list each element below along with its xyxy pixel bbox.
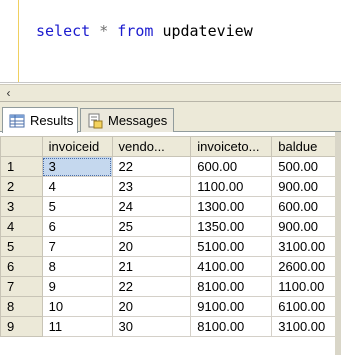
- grid-cell[interactable]: 7: [41, 236, 113, 257]
- table-row[interactable]: 4 6 25 1350.00 900.00: [0, 216, 341, 237]
- column-header-invoiceid[interactable]: invoiceid: [41, 136, 113, 157]
- grid-cell[interactable]: 11: [41, 316, 113, 337]
- grid-icon: [9, 114, 25, 127]
- table-row[interactable]: 1 3 22 600.00 500.00: [0, 156, 341, 177]
- grid-corner-cell[interactable]: [0, 136, 43, 157]
- grid-cell[interactable]: 30: [111, 316, 192, 337]
- messages-icon: [88, 113, 103, 128]
- grid-cell[interactable]: 600.00: [271, 196, 341, 217]
- query-window: select * from updateview ‹ Results Messa…: [0, 0, 341, 355]
- grid-cell[interactable]: 20: [111, 236, 192, 257]
- grid-cell[interactable]: 8100.00: [190, 276, 273, 297]
- results-grid[interactable]: invoiceid vendo... invoiceto... baldue 1…: [0, 136, 341, 337]
- results-pane: Results Messages invoiceid vendo... invo…: [0, 102, 341, 355]
- grid-cell[interactable]: 24: [111, 196, 192, 217]
- table-row[interactable]: 3 5 24 1300.00 600.00: [0, 196, 341, 217]
- grid-cell[interactable]: 4100.00: [190, 256, 273, 277]
- table-row[interactable]: 9 11 30 8100.00 3100.00: [0, 316, 341, 337]
- row-number[interactable]: 1: [0, 156, 43, 177]
- results-tabstrip: Results Messages: [0, 102, 341, 133]
- column-header-baldue[interactable]: baldue: [271, 136, 341, 157]
- sql-keyword-from: from: [117, 22, 154, 40]
- row-number[interactable]: 6: [0, 256, 43, 277]
- table-row[interactable]: 2 4 23 1100.00 900.00: [0, 176, 341, 197]
- grid-cell[interactable]: 4: [41, 176, 113, 197]
- tab-results-label: Results: [30, 113, 74, 128]
- grid-body: 1 3 22 600.00 500.00 2 4 23 1100.00 900.00 3 5 24 130…: [0, 156, 341, 337]
- tab-messages-label: Messages: [108, 113, 168, 128]
- tab-messages[interactable]: Messages: [80, 108, 174, 132]
- table-row[interactable]: 8 10 20 9100.00 6100.00: [0, 296, 341, 317]
- grid-cell[interactable]: 8: [41, 256, 113, 277]
- grid-cell[interactable]: 6: [41, 216, 113, 237]
- column-header-vendorid[interactable]: vendo...: [111, 136, 192, 157]
- grid-cell[interactable]: 25: [111, 216, 192, 237]
- row-number[interactable]: 7: [0, 276, 43, 297]
- grid-cell[interactable]: 3100.00: [271, 236, 341, 257]
- grid-cell[interactable]: 5: [41, 196, 113, 217]
- grid-cell[interactable]: 21: [111, 256, 192, 277]
- table-row[interactable]: 6 8 21 4100.00 2600.00: [0, 256, 341, 277]
- grid-cell[interactable]: 1350.00: [190, 216, 273, 237]
- row-number[interactable]: 8: [0, 296, 43, 317]
- grid-cell[interactable]: 3: [41, 156, 113, 177]
- sql-table-name: updateview: [162, 22, 253, 40]
- sql-star: *: [99, 22, 109, 40]
- tab-results[interactable]: Results: [2, 107, 78, 133]
- grid-cell[interactable]: 22: [111, 156, 192, 177]
- row-number[interactable]: 2: [0, 176, 43, 197]
- vertical-scrollbar[interactable]: [335, 132, 341, 355]
- row-number[interactable]: 3: [0, 196, 43, 217]
- grid-cell[interactable]: 20: [111, 296, 192, 317]
- grid-cell[interactable]: 900.00: [271, 216, 341, 237]
- grid-cell[interactable]: 9100.00: [190, 296, 273, 317]
- horizontal-scrollbar[interactable]: ‹: [0, 84, 341, 102]
- editor-gutter: [0, 0, 20, 83]
- column-header-invoicetotal[interactable]: invoiceto...: [190, 136, 273, 157]
- sql-keyword-select: select: [36, 22, 91, 40]
- table-row[interactable]: 7 9 22 8100.00 1100.00: [0, 276, 341, 297]
- grid-header-row: invoiceid vendo... invoiceto... baldue: [0, 136, 341, 157]
- grid-cell[interactable]: 1100.00: [190, 176, 273, 197]
- grid-cell[interactable]: 5100.00: [190, 236, 273, 257]
- grid-cell[interactable]: 23: [111, 176, 192, 197]
- grid-cell[interactable]: 22: [111, 276, 192, 297]
- row-number[interactable]: 9: [0, 316, 43, 337]
- row-number[interactable]: 5: [0, 236, 43, 257]
- grid-cell[interactable]: 10: [41, 296, 113, 317]
- grid-cell[interactable]: 900.00: [271, 176, 341, 197]
- editor-divider: [0, 82, 341, 83]
- grid-cell[interactable]: 6100.00: [271, 296, 341, 317]
- grid-cell[interactable]: 1300.00: [190, 196, 273, 217]
- editor-gutter-line: [18, 0, 19, 83]
- row-number[interactable]: 4: [0, 216, 43, 237]
- table-row[interactable]: 5 7 20 5100.00 3100.00: [0, 236, 341, 257]
- grid-cell[interactable]: 3100.00: [271, 316, 341, 337]
- chevron-left-icon[interactable]: ‹: [1, 86, 16, 100]
- grid-cell[interactable]: 500.00: [271, 156, 341, 177]
- grid-cell[interactable]: 8100.00: [190, 316, 273, 337]
- grid-cell[interactable]: 2600.00: [271, 256, 341, 277]
- query-editor[interactable]: select * from updateview: [0, 0, 341, 83]
- grid-cell[interactable]: 1100.00: [271, 276, 341, 297]
- grid-cell[interactable]: 9: [41, 276, 113, 297]
- sql-line[interactable]: select * from updateview: [36, 22, 253, 40]
- grid-cell[interactable]: 600.00: [190, 156, 273, 177]
